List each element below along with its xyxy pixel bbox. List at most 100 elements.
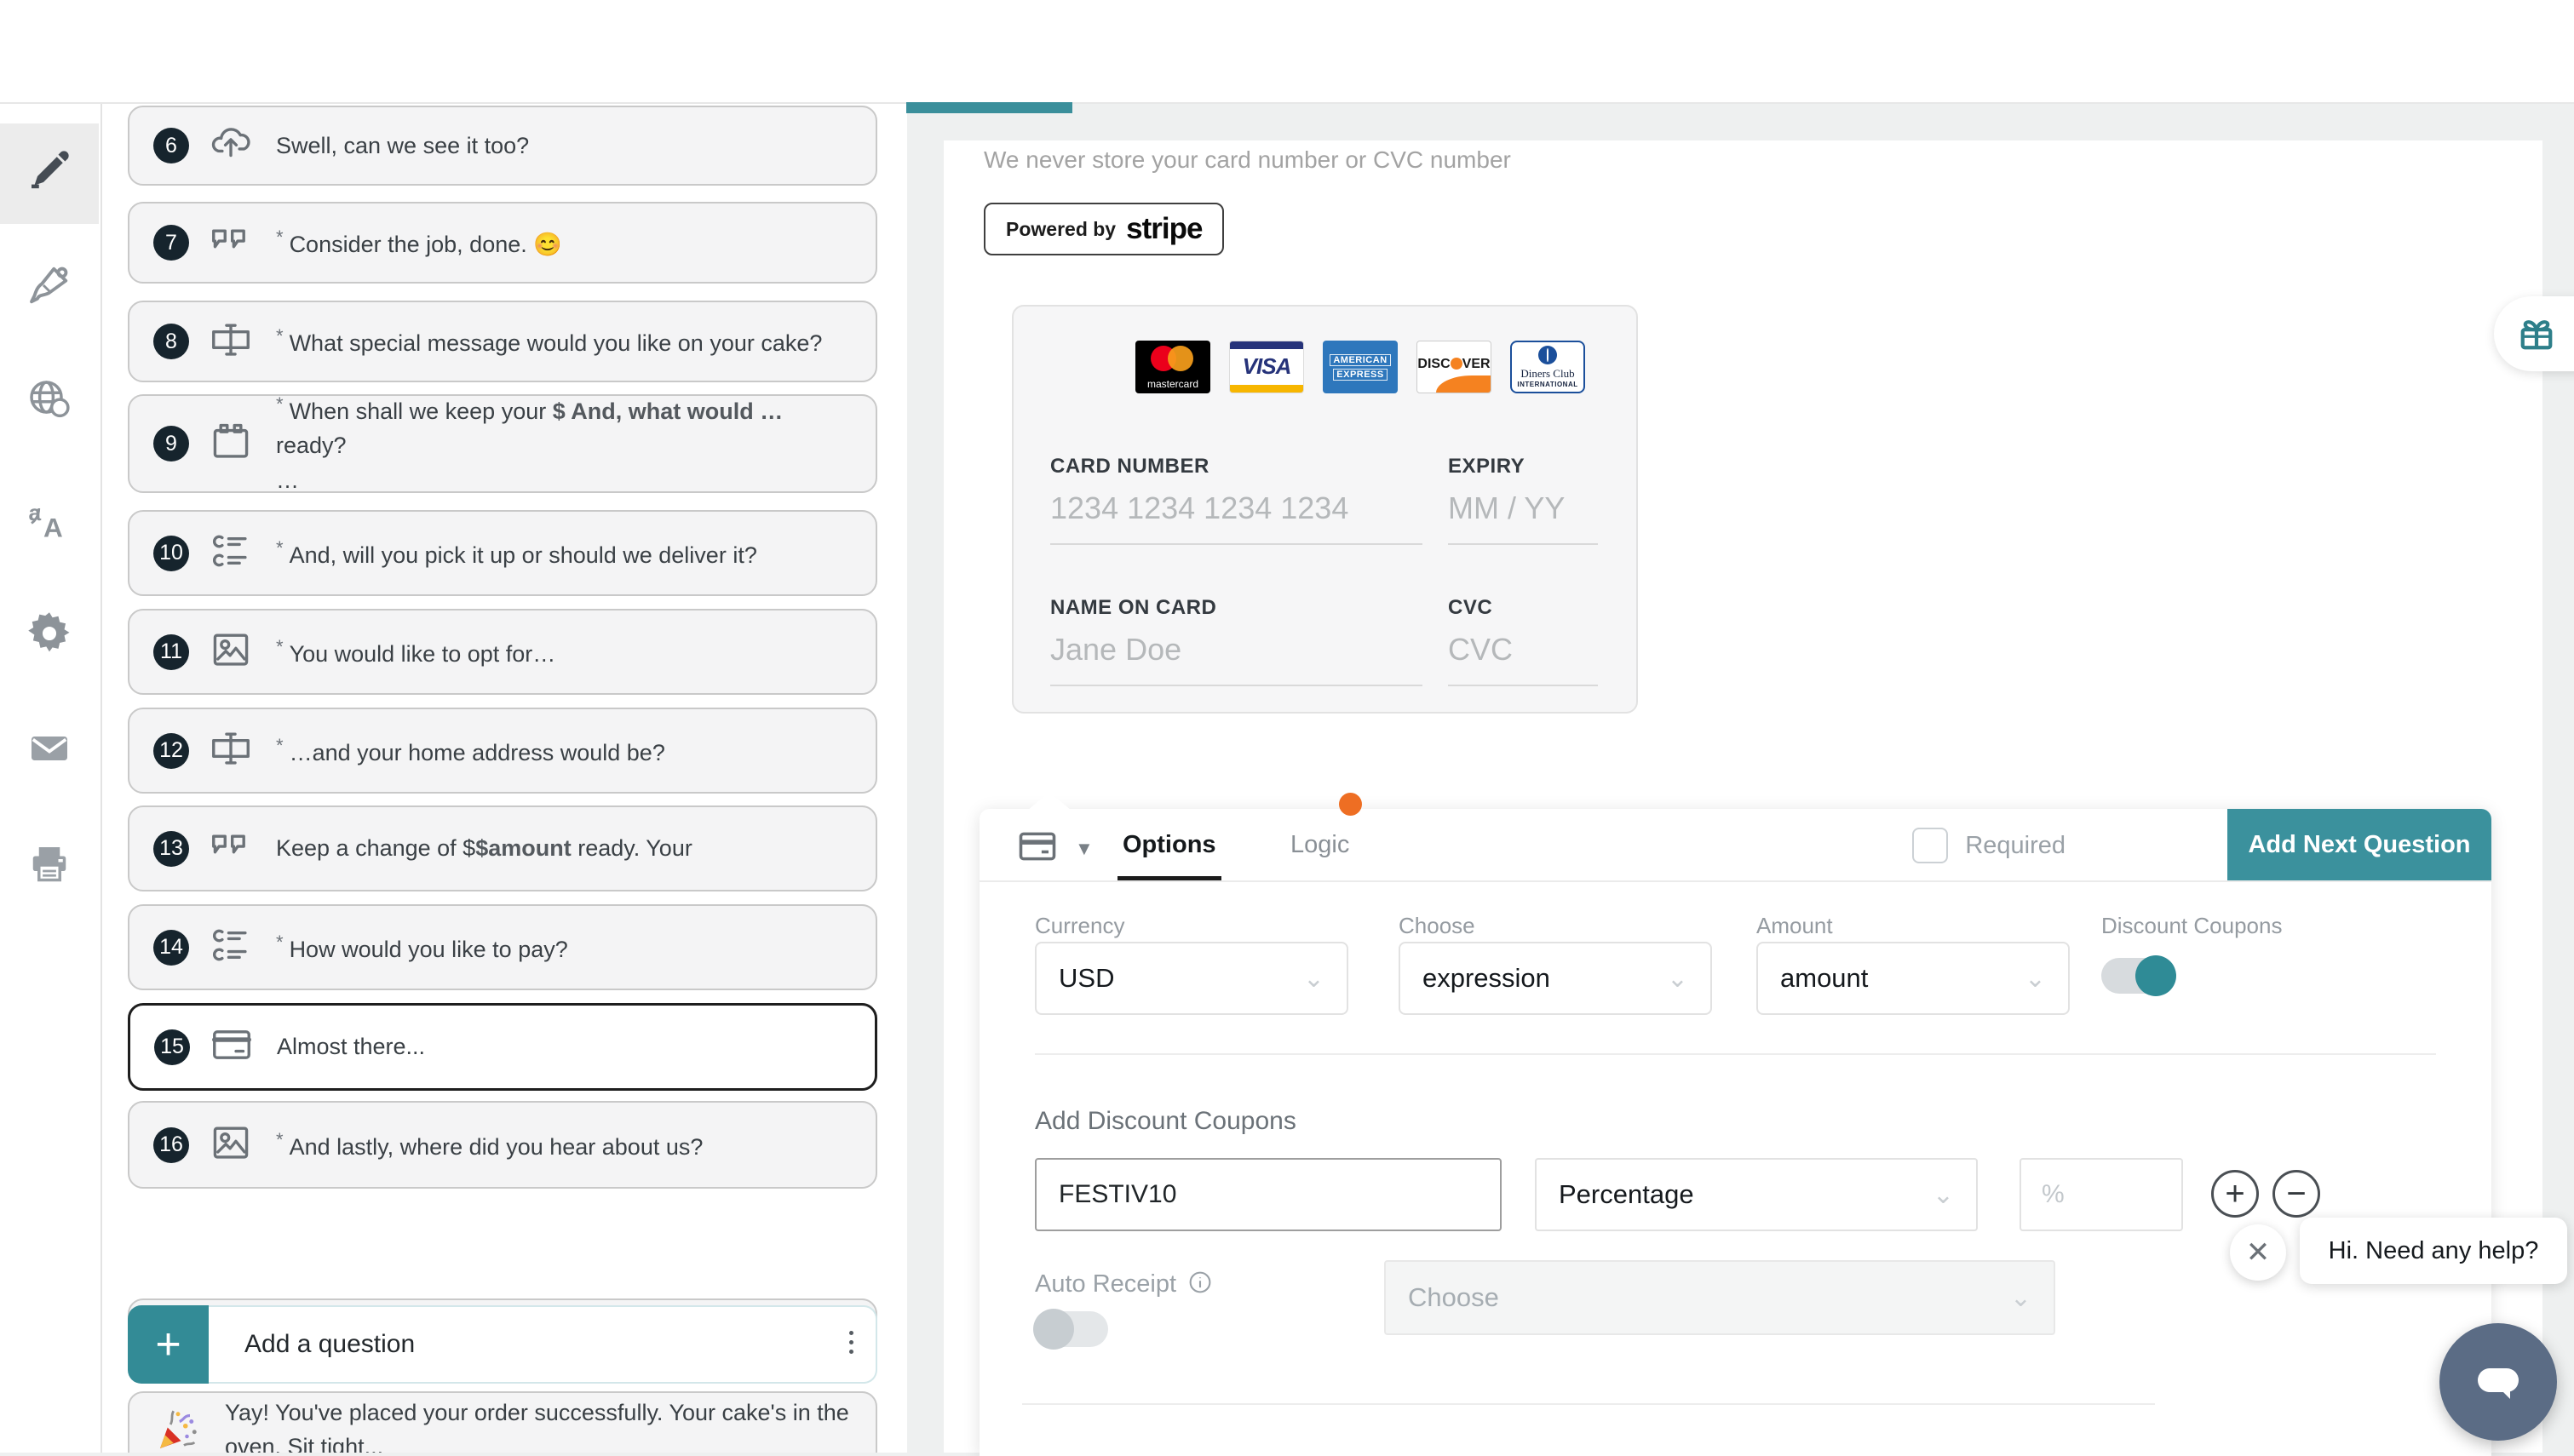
coupon-type-select[interactable]: Percentage⌄ [1535, 1158, 1978, 1231]
close-help-button[interactable]: ✕ [2230, 1224, 2286, 1281]
add-question-body[interactable]: Add a question [209, 1305, 877, 1384]
add-coupon-button[interactable]: + [2211, 1170, 2259, 1218]
mastercard-logo: mastercard [1135, 341, 1210, 393]
add-discount-coupons-title: Add Discount Coupons [1035, 1107, 1296, 1136]
rail-item-edit-pencil[interactable] [0, 125, 99, 219]
tab-logic[interactable]: Logic [1290, 809, 1349, 880]
question-text: *And lastly, where did you hear about us… [276, 1126, 703, 1165]
question-text: *What special message would you like on … [276, 322, 822, 361]
amount-select[interactable]: amount⌄ [1756, 942, 2070, 1015]
theme-brush-icon [26, 261, 73, 313]
question-number-badge: 14 [153, 930, 189, 966]
question-card-11[interactable]: 11 *You would like to opt for… [128, 609, 877, 695]
email-envelope-icon [26, 725, 73, 777]
name-on-card-input[interactable]: Jane Doe [1050, 632, 1181, 668]
expiry-underline [1448, 543, 1598, 545]
question-list: 6 Swell, can we see it too? 7 *Consider … [101, 102, 907, 1453]
question-card-12[interactable]: 12 *…and your home address would be? [128, 708, 877, 794]
question-card-8[interactable]: 8 *What special message would you like o… [128, 301, 877, 382]
ending-card[interactable]: Yay! You've placed your order successful… [128, 1391, 877, 1453]
question-type-selector[interactable]: ▼ [1015, 824, 1094, 873]
auto-receipt-row: Auto Receipt [1035, 1270, 1212, 1298]
diners-club-logo: Diners Club INTERNATIONAL [1510, 341, 1585, 393]
discount-coupons-label: Discount Coupons [2101, 913, 2282, 939]
rail-item-printer[interactable] [0, 820, 99, 914]
svg-text:A: A [43, 512, 63, 542]
question-text: *How would you like to pay? [276, 928, 568, 967]
tool-rail: aA [0, 102, 102, 1453]
rail-item-theme-brush[interactable] [0, 240, 99, 334]
auto-receipt-toggle[interactable] [1035, 1311, 1108, 1347]
coupon-code-input[interactable]: FESTIV10 [1035, 1158, 1502, 1231]
calendar-icon [208, 419, 254, 469]
question-type-icon [206, 218, 256, 268]
expiry-label: EXPIRY [1448, 455, 1525, 479]
required-asterisk: * [276, 931, 284, 953]
globe-icon [26, 376, 73, 428]
edit-pencil-icon [26, 146, 73, 198]
remove-coupon-button[interactable]: − [2272, 1170, 2320, 1218]
add-question-row: + Add a question [128, 1305, 877, 1384]
auto-receipt-select[interactable]: Choose⌄ [1384, 1260, 2055, 1335]
cvc-input[interactable]: CVC [1448, 632, 1513, 668]
question-card-13[interactable]: 13 Keep a change of $$amount ready. Your [128, 805, 877, 891]
required-asterisk: * [276, 636, 284, 657]
question-number-badge: 9 [153, 426, 189, 461]
question-card-16[interactable]: 16 *And lastly, where did you hear about… [128, 1101, 877, 1189]
question-card-9[interactable]: 9 *When shall we keep your $ And, what w… [128, 394, 877, 493]
chat-button[interactable] [2439, 1323, 2557, 1441]
question-type-icon [206, 528, 256, 578]
add-question-button[interactable]: + [128, 1305, 209, 1384]
panel-pointer-notch [1027, 792, 1072, 811]
expression-select[interactable]: expression⌄ [1399, 942, 1712, 1015]
gift-icon [2514, 312, 2559, 356]
question-type-icon [206, 317, 256, 367]
rail-item-globe[interactable] [0, 355, 99, 449]
question-card-7[interactable]: 7 *Consider the job, done. 😊 [128, 202, 877, 284]
rail-item-translate[interactable]: aA [0, 475, 99, 569]
question-card-6[interactable]: 6 Swell, can we see it too? [128, 106, 877, 186]
stripe-badge: Powered by stripe [984, 203, 1224, 255]
rewards-tab[interactable] [2494, 296, 2574, 371]
required-label: Required [1965, 832, 2066, 860]
required-toggle[interactable]: Required [1912, 828, 2066, 863]
question-type-icon [206, 627, 256, 677]
expiry-input[interactable]: MM / YY [1448, 490, 1565, 526]
question-text: Swell, can we see it too? [276, 129, 529, 163]
card-number-input[interactable]: 1234 1234 1234 1234 [1050, 490, 1348, 526]
rail-item-settings-gear[interactable] [0, 588, 99, 682]
question-type-icon [206, 419, 256, 469]
card-brands-row: mastercard VISA AMERICAN EXPRESS DISCVER… [1135, 341, 1585, 393]
discount-coupons-toggle[interactable] [2101, 958, 2175, 994]
required-asterisk: * [276, 226, 284, 248]
stripe-logo: stripe [1126, 212, 1202, 246]
coupon-amount-input[interactable]: % [2020, 1158, 2183, 1231]
question-card-14[interactable]: 14 *How would you like to pay? [128, 904, 877, 990]
chevron-down-icon: ⌄ [1933, 1180, 1954, 1210]
payment-card-icon [1015, 824, 1060, 873]
question-card-15[interactable]: 15 Almost there... [128, 1003, 877, 1091]
question-text: *Consider the job, done. 😊 [276, 223, 562, 262]
tab-options[interactable]: Options [1123, 809, 1216, 880]
add-next-question-button[interactable]: Add Next Question [2227, 809, 2491, 880]
auto-receipt-label: Auto Receipt [1035, 1270, 1176, 1298]
question-text: Almost there... [277, 1029, 425, 1064]
cloud-upload-icon [208, 121, 254, 171]
required-asterisk: * [276, 325, 284, 347]
payment-card-icon [209, 1022, 255, 1072]
party-popper-icon [153, 1407, 203, 1453]
powered-by-label: Powered by [1006, 218, 1116, 241]
question-card-10[interactable]: 10 *And, will you pick it up or should w… [128, 510, 877, 596]
required-asterisk: * [276, 735, 284, 756]
question-number-badge: 6 [153, 128, 189, 163]
question-type-icon [206, 725, 256, 776]
currency-label: Currency [1035, 913, 1124, 939]
currency-select[interactable]: USD⌄ [1035, 942, 1348, 1015]
top-bar [0, 0, 2574, 104]
question-text: Keep a change of $$amount ready. Your [276, 831, 692, 866]
card-number-underline [1050, 543, 1422, 545]
required-checkbox[interactable] [1912, 828, 1948, 863]
add-question-menu-icon[interactable] [846, 1327, 857, 1357]
rail-item-email-envelope[interactable] [0, 703, 99, 797]
name-on-card-label: NAME ON CARD [1050, 596, 1216, 620]
